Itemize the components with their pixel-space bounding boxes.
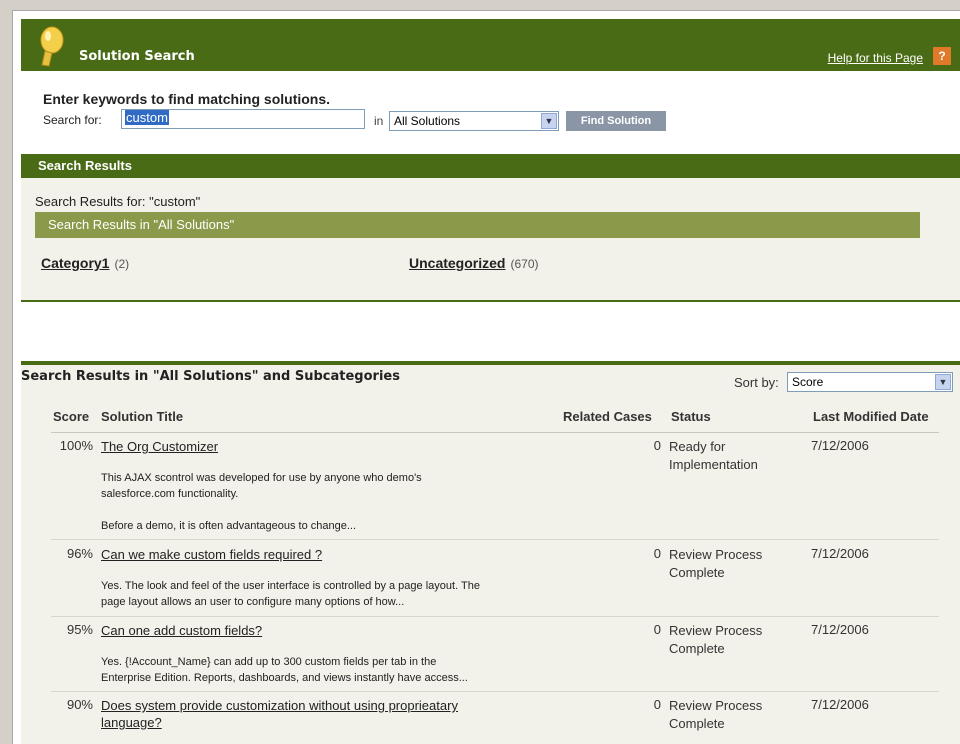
snippet-line: Before a demo, it is often advantageous … [101,520,357,532]
snippet-line: Enterprise Edition. Reports, dashboards,… [101,672,468,684]
solution-title-link[interactable]: Can one add custom fields? [101,622,262,639]
score-cell: 90% [66,697,93,712]
divider [21,300,960,302]
column-header-score[interactable]: Score [53,409,89,424]
status-line: Ready for [669,439,726,454]
score-cell: 96% [66,546,93,561]
snippet-line: This AJAX scontrol was developed for use… [101,472,422,484]
sort-label: Sort by: [734,375,779,390]
search-label: Search for: [43,113,102,127]
solution-title-line: Does system provide customization withou… [101,698,458,713]
app-frame: Solution Search Help for this Page ? Ent… [12,10,960,744]
search-prompt: Enter keywords to find matching solution… [43,91,331,107]
snippet-line: salesforce.com functionality. [101,488,239,500]
help-link[interactable]: Help for this Page [828,51,923,65]
related-cases-cell: 0 [653,546,661,561]
score-cell: 100% [59,438,93,453]
solution-title-line: language? [101,715,162,730]
list-title: Search Results in "All Solutions" and Su… [21,369,400,384]
related-cases-cell: 0 [653,697,661,712]
solution-title-link[interactable]: The Org Customizer [101,438,218,455]
status-line: Complete [669,641,725,656]
date-cell: 7/12/2006 [811,546,869,561]
search-input[interactable]: custom [121,109,365,129]
solution-title-link[interactable]: Does system provide customization withou… [101,697,458,731]
status-cell: Review Process Complete [669,546,789,582]
lightbulb-icon [40,26,64,67]
status-line: Implementation [669,457,758,472]
category-item: Uncategorized (670) [409,255,538,271]
search-results-bar: Search Results [21,154,960,178]
column-header-related[interactable]: Related Cases [563,409,652,424]
category-count: (670) [510,257,539,271]
category-link[interactable]: Uncategorized [409,255,505,271]
category-item: Category1 (2) [41,255,129,271]
chevron-down-icon[interactable]: ▼ [935,374,951,390]
scope-select[interactable]: All Solutions ▼ [389,111,559,131]
sort-select[interactable]: Score ▼ [787,372,953,392]
date-cell: 7/12/2006 [811,697,869,712]
status-line: Review Process [669,698,763,713]
page-header: Solution Search Help for this Page ? [21,19,960,71]
chevron-down-icon[interactable]: ▼ [541,113,557,129]
column-header-date[interactable]: Last Modified Date [813,409,929,424]
row-divider [51,539,939,540]
related-cases-cell: 0 [653,438,661,453]
scope-select-value: All Solutions [394,114,461,128]
category-link[interactable]: Category1 [41,255,109,271]
column-header-title[interactable]: Solution Title [101,409,183,424]
snippet-line: page layout allows an user to configure … [101,596,405,608]
column-header-status[interactable]: Status [671,409,711,424]
category-count: (2) [114,257,130,271]
in-label: in [374,114,384,128]
solutions-list-panel: Search Results in "All Solutions" and Su… [21,361,960,744]
status-line: Complete [669,565,725,580]
status-line: Review Process [669,547,763,562]
status-cell: Ready for Implementation [669,438,789,474]
score-cell: 95% [66,622,93,637]
status-line: Review Process [669,623,763,638]
date-cell: 7/12/2006 [811,622,869,637]
results-for-text: Search Results for: "custom" [35,194,201,209]
find-solution-button[interactable]: Find Solution [566,111,666,131]
page-title: Solution Search [79,49,195,64]
row-divider [51,616,939,617]
snippet-line: Yes. The look and feel of the user inter… [101,580,480,592]
status-cell: Review Process Complete [669,622,789,658]
related-cases-cell: 0 [653,622,661,637]
snippet-line: Yes. {!Account_Name} can add up to 300 c… [101,656,437,668]
status-line: Complete [669,716,725,731]
header-divider [51,432,939,433]
row-divider [51,691,939,692]
date-cell: 7/12/2006 [811,438,869,453]
scope-results-bar: Search Results in "All Solutions" [35,212,920,238]
help-icon[interactable]: ? [933,47,951,65]
status-cell: Review Process Complete [669,697,789,733]
solution-title-link[interactable]: Can we make custom fields required ? [101,546,322,563]
search-input-value: custom [125,110,169,125]
sort-select-value: Score [792,375,824,389]
